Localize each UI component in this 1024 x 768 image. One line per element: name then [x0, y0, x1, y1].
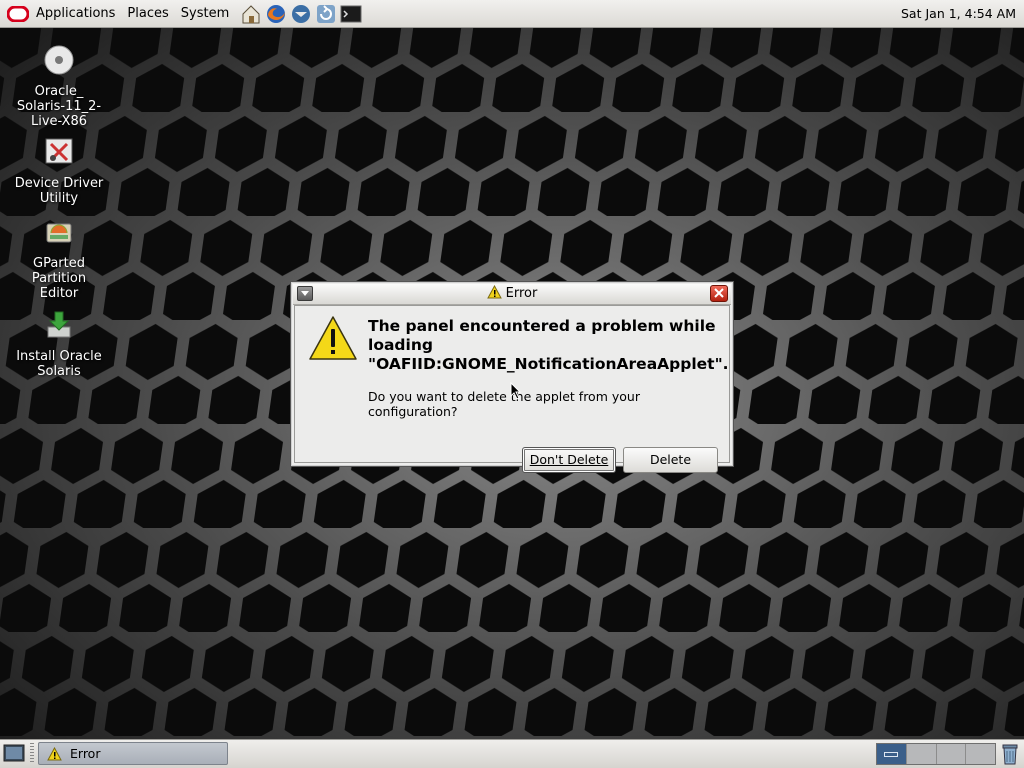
panel-handle[interactable]: [30, 743, 34, 764]
workspace-1[interactable]: [877, 744, 907, 764]
workspace-2[interactable]: [906, 744, 937, 764]
update-manager-icon[interactable]: [314, 2, 338, 26]
top-panel: Applications Places System Sat Jan 1, 4:…: [0, 0, 1024, 28]
desktop-icon-label: Oracle_ Solaris-11_2- Live-X86: [16, 84, 102, 129]
close-button[interactable]: [710, 285, 728, 302]
desktop-icon-gparted[interactable]: GParted Partition Editor: [11, 216, 107, 301]
bottom-panel: Error: [0, 739, 1024, 768]
desktop-icon-live-disc[interactable]: Oracle_ Solaris-11_2- Live-X86: [11, 44, 107, 129]
menu-places[interactable]: Places: [121, 0, 174, 28]
show-desktop-icon[interactable]: [3, 743, 25, 764]
dialog-heading: The panel encountered a problem while lo…: [368, 317, 729, 373]
workspace-4[interactable]: [966, 744, 995, 764]
desktop-icon-label: Install Oracle Solaris: [16, 349, 102, 379]
desktop-icon-label: Device Driver Utility: [14, 176, 104, 206]
oracle-logo-icon[interactable]: [6, 4, 30, 24]
device-driver-icon: [45, 138, 73, 164]
desktop-icon-install-solaris[interactable]: Install Oracle Solaris: [11, 309, 107, 379]
menu-applications[interactable]: Applications: [30, 0, 121, 28]
dialog-message: Do you want to delete the applet from yo…: [368, 389, 640, 419]
firefox-icon[interactable]: [264, 2, 288, 26]
workspace-switcher: [876, 743, 996, 765]
home-folder-icon[interactable]: [239, 2, 263, 26]
thunderbird-icon[interactable]: [289, 2, 313, 26]
warning-small-icon: [47, 747, 62, 761]
dialog-title-text: Error: [505, 286, 538, 301]
dialog-titlebar[interactable]: Error: [293, 284, 731, 305]
close-icon: [714, 288, 724, 298]
warning-icon: [309, 316, 357, 360]
error-dialog: Error The panel encountered a problem wh…: [290, 281, 734, 473]
dont-delete-button[interactable]: Don't Delete: [522, 447, 616, 473]
mouse-pointer-icon: [510, 382, 522, 400]
warning-small-icon: [486, 285, 502, 299]
workspace-3[interactable]: [936, 744, 967, 764]
taskbar-item-label: Error: [70, 746, 101, 761]
delete-button[interactable]: Delete: [623, 447, 718, 473]
dialog-title: Error: [293, 284, 731, 304]
desktop-icon-device-driver[interactable]: Device Driver Utility: [11, 136, 107, 206]
trash-icon[interactable]: [999, 742, 1021, 766]
menu-system[interactable]: System: [175, 0, 235, 28]
gparted-icon: [46, 223, 72, 243]
dont-delete-label: Don't Delete: [529, 452, 609, 467]
desktop-icon-label: GParted Partition Editor: [31, 256, 87, 301]
install-icon: [47, 311, 71, 338]
disc-icon: [44, 45, 74, 75]
terminal-icon[interactable]: [339, 2, 363, 26]
clock[interactable]: Sat Jan 1, 4:54 AM: [901, 0, 1016, 28]
taskbar-item-error[interactable]: Error: [38, 742, 228, 765]
